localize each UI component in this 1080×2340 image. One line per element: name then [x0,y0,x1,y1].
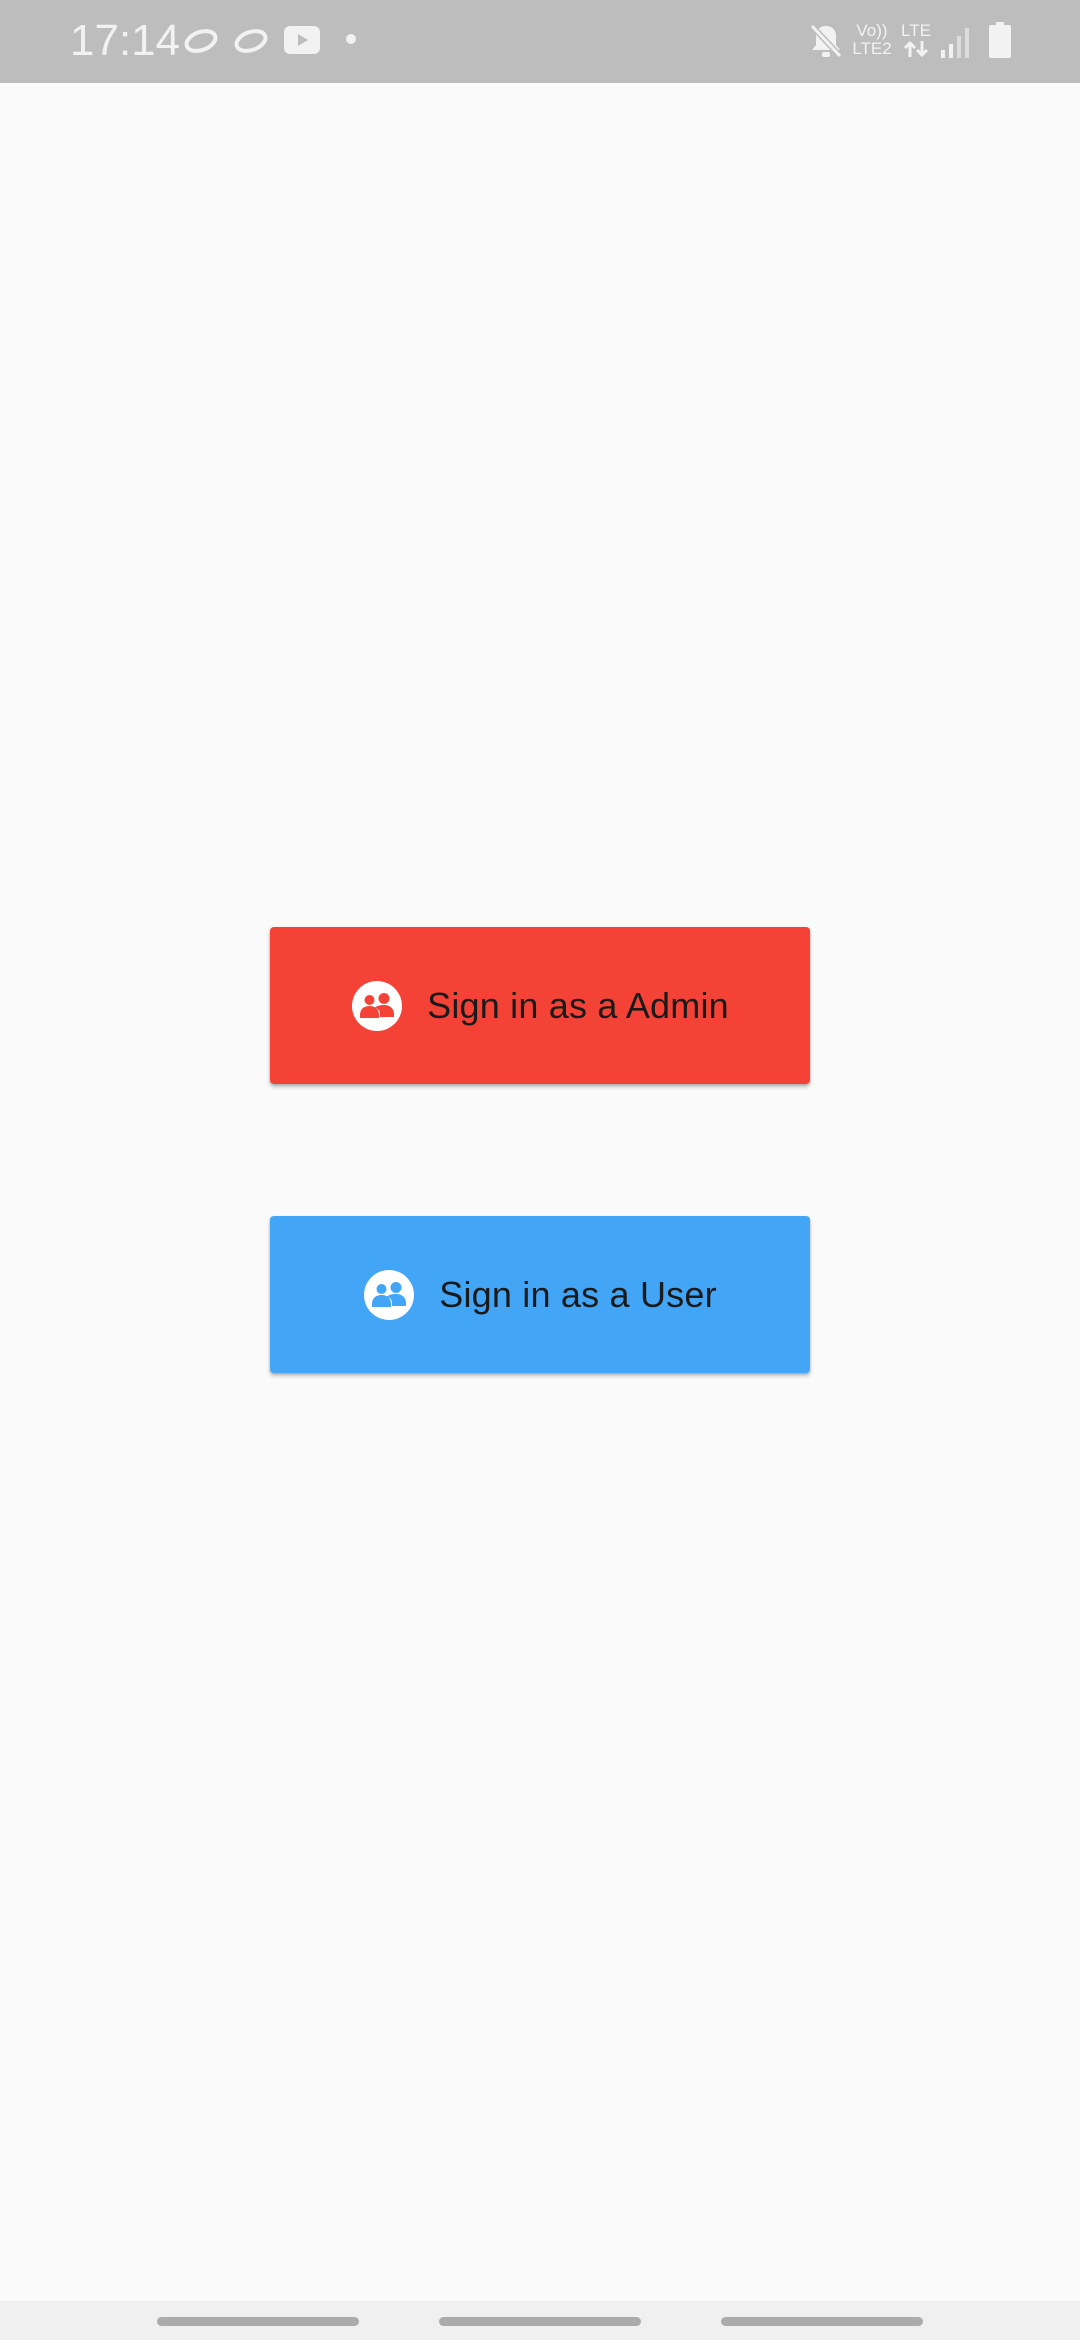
link-icon [234,29,268,53]
people-icon [364,1269,415,1320]
people-icon [352,980,403,1031]
navigation-bar [0,2301,1080,2340]
lte-label: LTE [901,21,931,40]
status-bar: 17:14 Vo)) LTE2 LTE [0,0,1080,83]
mute-icon [809,23,843,59]
sign-in-admin-button[interactable]: Sign in as a Admin [270,927,810,1084]
nav-pill-center[interactable] [439,2317,641,2326]
sign-in-user-label: Sign in as a User [439,1273,717,1315]
main-content: Sign in as a Admin Sign in as a User [0,83,1080,2301]
network-vo-label: Vo)) [856,21,888,40]
nav-pill-right[interactable] [721,2317,923,2326]
network-lte2-label: LTE2 [852,39,892,58]
sign-in-admin-label: Sign in as a Admin [427,984,729,1026]
link-icon [184,29,218,53]
status-time: 17:14 [70,16,181,65]
dot-icon [346,34,356,44]
signal-icon [941,28,969,58]
battery-icon [989,22,1011,58]
sign-in-user-button[interactable]: Sign in as a User [270,1216,810,1373]
youtube-icon [284,26,320,54]
data-arrows-icon [903,40,929,58]
nav-pill-left[interactable] [157,2317,359,2326]
